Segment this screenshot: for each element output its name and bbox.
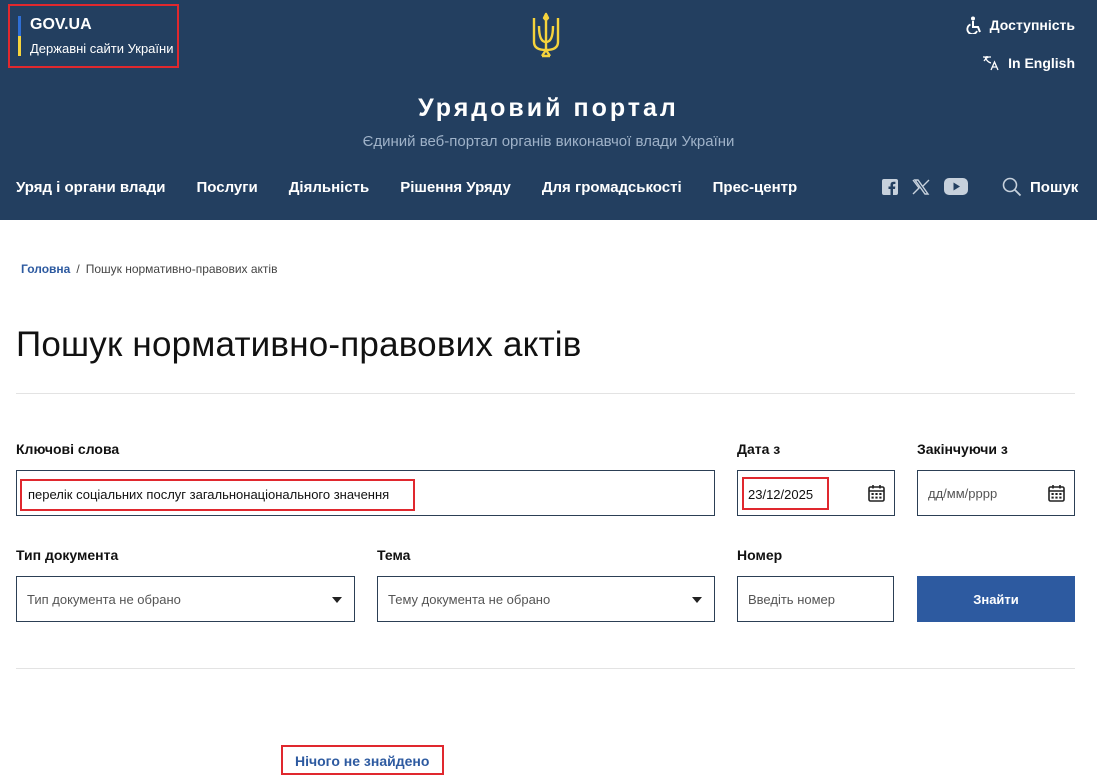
find-button[interactable]: Знайти xyxy=(917,576,1075,622)
breadcrumb-separator: / xyxy=(76,262,80,276)
date-from-label: Дата з xyxy=(737,441,781,457)
accessibility-link[interactable]: Доступність xyxy=(966,16,1075,34)
calendar-icon[interactable] xyxy=(1048,484,1065,502)
main-nav: Уряд і органи влади Послуги Діяльність Р… xyxy=(16,179,797,196)
portal-subtitle: Єдиний веб-портал органів виконавчої вла… xyxy=(362,133,735,150)
gov-ua-block[interactable]: GOV.UA Державні сайти України xyxy=(8,4,179,68)
page-title: Пошук нормативно-правових актів xyxy=(16,325,582,364)
nav-item-government[interactable]: Уряд і органи влади xyxy=(16,179,166,196)
nav-item-press[interactable]: Прес-центр xyxy=(713,179,798,196)
date-to-input[interactable]: дд/мм/рррр xyxy=(917,470,1075,516)
doc-type-label: Тип документа xyxy=(16,547,119,563)
search-icon xyxy=(1002,177,1022,197)
number-placeholder: Введіть номер xyxy=(748,592,835,607)
portal-title[interactable]: Урядовий портал xyxy=(0,94,1097,123)
breadcrumb-home[interactable]: Головна xyxy=(21,262,70,276)
topic-select[interactable]: Тему документа не обрано xyxy=(377,576,715,622)
date-from-value: 23/12/2025 xyxy=(748,487,814,502)
accessibility-label: Доступність xyxy=(989,17,1075,33)
youtube-icon[interactable] xyxy=(944,178,968,195)
header-search[interactable]: Пошук xyxy=(1002,177,1078,197)
social-links xyxy=(882,178,968,195)
breadcrumb: Головна / Пошук нормативно-правових акті… xyxy=(21,262,277,276)
divider-top xyxy=(16,393,1075,394)
gov-ua-title: GOV.UA xyxy=(30,16,92,33)
breadcrumb-current: Пошук нормативно-правових актів xyxy=(85,262,278,276)
trident-icon[interactable] xyxy=(530,12,562,60)
topic-label: Тема xyxy=(377,547,411,563)
date-to-label: Закінчуючи з xyxy=(917,441,1008,457)
nav-item-public[interactable]: Для громадськості xyxy=(542,179,682,196)
topic-value: Тему документа не обрано xyxy=(388,592,551,607)
nav-item-decisions[interactable]: Рішення Уряду xyxy=(400,179,511,196)
x-twitter-icon[interactable] xyxy=(912,178,930,195)
language-switch[interactable]: In English xyxy=(982,55,1075,71)
keywords-label: Ключові слова xyxy=(16,441,120,457)
ukraine-flag-icon xyxy=(18,16,21,56)
number-label: Номер xyxy=(737,547,783,563)
search-label: Пошук xyxy=(1030,178,1079,196)
date-to-placeholder: дд/мм/рррр xyxy=(928,486,998,501)
doc-type-select[interactable]: Тип документа не обрано xyxy=(16,576,355,622)
keywords-value: перелік соціальних послуг загальнонаціон… xyxy=(28,487,390,502)
facebook-icon[interactable] xyxy=(882,178,898,195)
translate-icon xyxy=(983,56,999,71)
number-input[interactable]: Введіть номер xyxy=(737,576,894,622)
gov-ua-subtitle: Державні сайти України xyxy=(30,41,174,56)
nav-item-activity[interactable]: Діяльність xyxy=(289,179,370,196)
no-results-message: Нічого не знайдено xyxy=(295,753,430,769)
wheelchair-icon xyxy=(966,16,981,34)
divider-bottom xyxy=(16,668,1075,669)
calendar-icon[interactable] xyxy=(868,484,885,502)
nav-item-services[interactable]: Послуги xyxy=(197,179,258,196)
language-label: In English xyxy=(1008,55,1075,71)
doc-type-value: Тип документа не обрано xyxy=(27,592,181,607)
chevron-down-icon xyxy=(692,597,702,603)
chevron-down-icon xyxy=(332,597,342,603)
site-header: GOV.UA Державні сайти України Доступніст… xyxy=(0,0,1097,220)
